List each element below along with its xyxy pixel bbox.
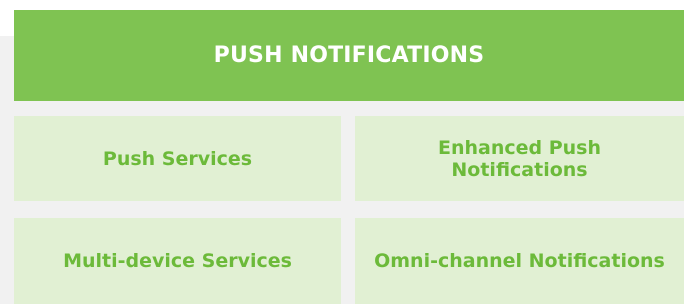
diagram-frame: PUSH NOTIFICATIONS Push Services Enhance…	[0, 0, 684, 304]
header-title: PUSH NOTIFICATIONS	[213, 43, 485, 68]
tile-label: Omni-channel Notifications	[374, 250, 665, 272]
header-title-bar: PUSH NOTIFICATIONS	[14, 10, 684, 101]
service-grid: Push Services Enhanced Push Notification…	[14, 116, 684, 304]
tile-enhanced-push-notifications: Enhanced Push Notifications	[355, 116, 684, 201]
tile-label: Push Services	[102, 147, 253, 170]
tile-label: Multi-device Services	[63, 250, 292, 272]
tile-push-services: Push Services	[14, 116, 341, 201]
tile-label: Enhanced Push Notifications	[437, 136, 602, 181]
tile-omni-channel-notifications: Omni-channel Notifications	[355, 218, 684, 304]
tile-multi-device-services: Multi-device Services	[14, 218, 341, 304]
